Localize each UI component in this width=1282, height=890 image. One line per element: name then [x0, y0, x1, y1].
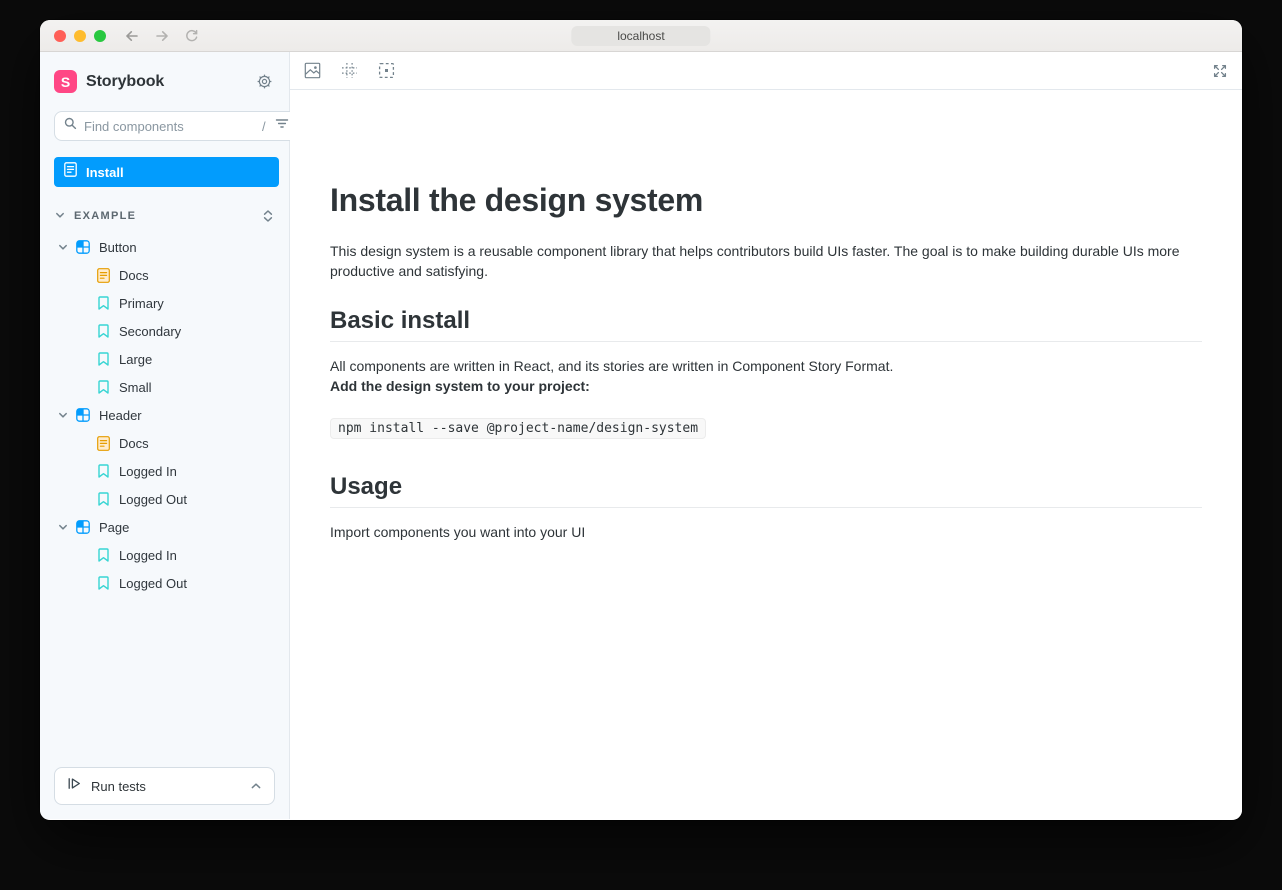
gear-icon[interactable] [256, 73, 273, 90]
tree-item-label: Secondary [119, 323, 182, 339]
tree-item-label: Small [119, 379, 152, 395]
chevron-up-icon[interactable] [250, 780, 262, 792]
tree-item-label: Page [99, 519, 130, 535]
window-controls [54, 29, 106, 42]
browser-titlebar: localhost [40, 20, 1242, 52]
tree-item-label: Docs [119, 435, 149, 451]
component-icon [76, 520, 90, 534]
tree-item-button-secondary[interactable]: Secondary [40, 317, 289, 345]
section-label: EXAMPLE [74, 210, 137, 222]
tree-item-label: Logged In [119, 547, 177, 563]
sidebar-section-example[interactable]: EXAMPLE [55, 207, 274, 225]
code-snippet: npm install --save @project-name/design-… [330, 418, 707, 439]
tree-item-header[interactable]: Header [40, 401, 289, 429]
close-button[interactable] [54, 29, 66, 42]
collapse-expand-all-icon[interactable] [262, 209, 274, 223]
story-icon [96, 296, 110, 310]
search-box[interactable]: / [54, 111, 299, 141]
tree-item-label: Docs [119, 267, 149, 283]
story-icon [96, 324, 110, 338]
tree-item-header-logged-out[interactable]: Logged Out [40, 485, 289, 513]
preview-canvas: Install the design system This design sy… [290, 52, 1242, 819]
canvas-toolbar [290, 52, 1242, 90]
doc-paragraph: All components are written in React, and… [330, 358, 894, 374]
browser-nav [124, 28, 200, 44]
docs-page: Install the design system This design sy… [290, 90, 1242, 819]
tree-item-label: Logged Out [119, 575, 187, 591]
tree-item-page[interactable]: Page [40, 513, 289, 541]
chevron-down-icon [55, 207, 65, 225]
code-row: npm install --save @project-name/design-… [330, 418, 1202, 439]
document-icon [64, 162, 77, 182]
sidebar-tree: Button Docs Primary Secondary Large Small Head… [40, 233, 289, 753]
browser-window: localhost S Storybook Find components / … [40, 20, 1242, 820]
tree-item-button-large[interactable]: Large [40, 345, 289, 373]
tree-item-page-logged-out[interactable]: Logged Out [40, 569, 289, 597]
chevron-down-icon[interactable] [58, 410, 68, 420]
doc-intro: This design system is a reusable compone… [330, 243, 1180, 279]
docs-icon [96, 435, 110, 451]
run-tests-label: Run tests [91, 778, 146, 794]
tree-item-header-docs[interactable]: Docs [40, 429, 289, 457]
component-icon [76, 408, 90, 422]
sidebar-header: S Storybook [40, 52, 289, 101]
tree-item-label: Header [99, 407, 142, 423]
grid-icon[interactable] [341, 62, 358, 79]
filter-icon[interactable] [275, 117, 289, 135]
tree-item-label: Logged In [119, 463, 177, 479]
doc-paragraph: Import components you want into your UI [330, 524, 586, 540]
chevron-down-icon[interactable] [58, 522, 68, 532]
search-shortcut-hint: / [262, 118, 266, 134]
story-icon [96, 576, 110, 590]
tree-item-label: Logged Out [119, 491, 187, 507]
story-icon [96, 352, 110, 366]
tree-item-button-primary[interactable]: Primary [40, 289, 289, 317]
backgrounds-icon[interactable] [304, 62, 321, 79]
reload-icon[interactable] [184, 28, 200, 44]
tree-item-header-logged-in[interactable]: Logged In [40, 457, 289, 485]
docs-icon [96, 267, 110, 283]
tree-item-button[interactable]: Button [40, 233, 289, 261]
chevron-down-icon[interactable] [58, 242, 68, 252]
back-icon[interactable] [124, 28, 140, 44]
section-heading-usage: Usage [330, 473, 1202, 508]
outline-icon[interactable] [378, 62, 395, 79]
zoom-button[interactable] [94, 29, 106, 42]
story-icon [96, 380, 110, 394]
doc-title: Install the design system [330, 182, 704, 218]
forward-icon[interactable] [154, 28, 170, 44]
minimize-button[interactable] [74, 29, 86, 42]
storybook-logo[interactable]: S [54, 70, 77, 93]
tree-item-button-docs[interactable]: Docs [40, 261, 289, 289]
doc-bold-line: Add the design system to your project: [330, 378, 590, 394]
sidebar-item-install[interactable]: Install [54, 157, 279, 187]
tree-item-label: Button [99, 239, 137, 255]
search-icon [64, 117, 77, 135]
brand-title: Storybook [86, 72, 165, 90]
search-input[interactable] [84, 118, 260, 134]
run-tests-button[interactable]: Run tests [54, 767, 275, 805]
storybook-sidebar: S Storybook / [40, 52, 324, 819]
tree-item-label: Primary [119, 295, 164, 311]
section-heading-basic-install: Basic install [330, 307, 1202, 342]
story-icon [96, 464, 110, 478]
story-icon [96, 548, 110, 562]
component-icon [76, 240, 90, 254]
tree-item-label: Large [119, 351, 153, 367]
address-bar[interactable]: localhost [571, 26, 711, 46]
story-icon [96, 492, 110, 506]
sidebar-search-row: / [54, 111, 324, 141]
tree-item-button-small[interactable]: Small [40, 373, 289, 401]
run-tests-icon [67, 776, 82, 796]
fullscreen-icon[interactable] [1212, 63, 1228, 79]
tree-item-page-logged-in[interactable]: Logged In [40, 541, 289, 569]
sidebar-item-label: Install [86, 164, 124, 180]
